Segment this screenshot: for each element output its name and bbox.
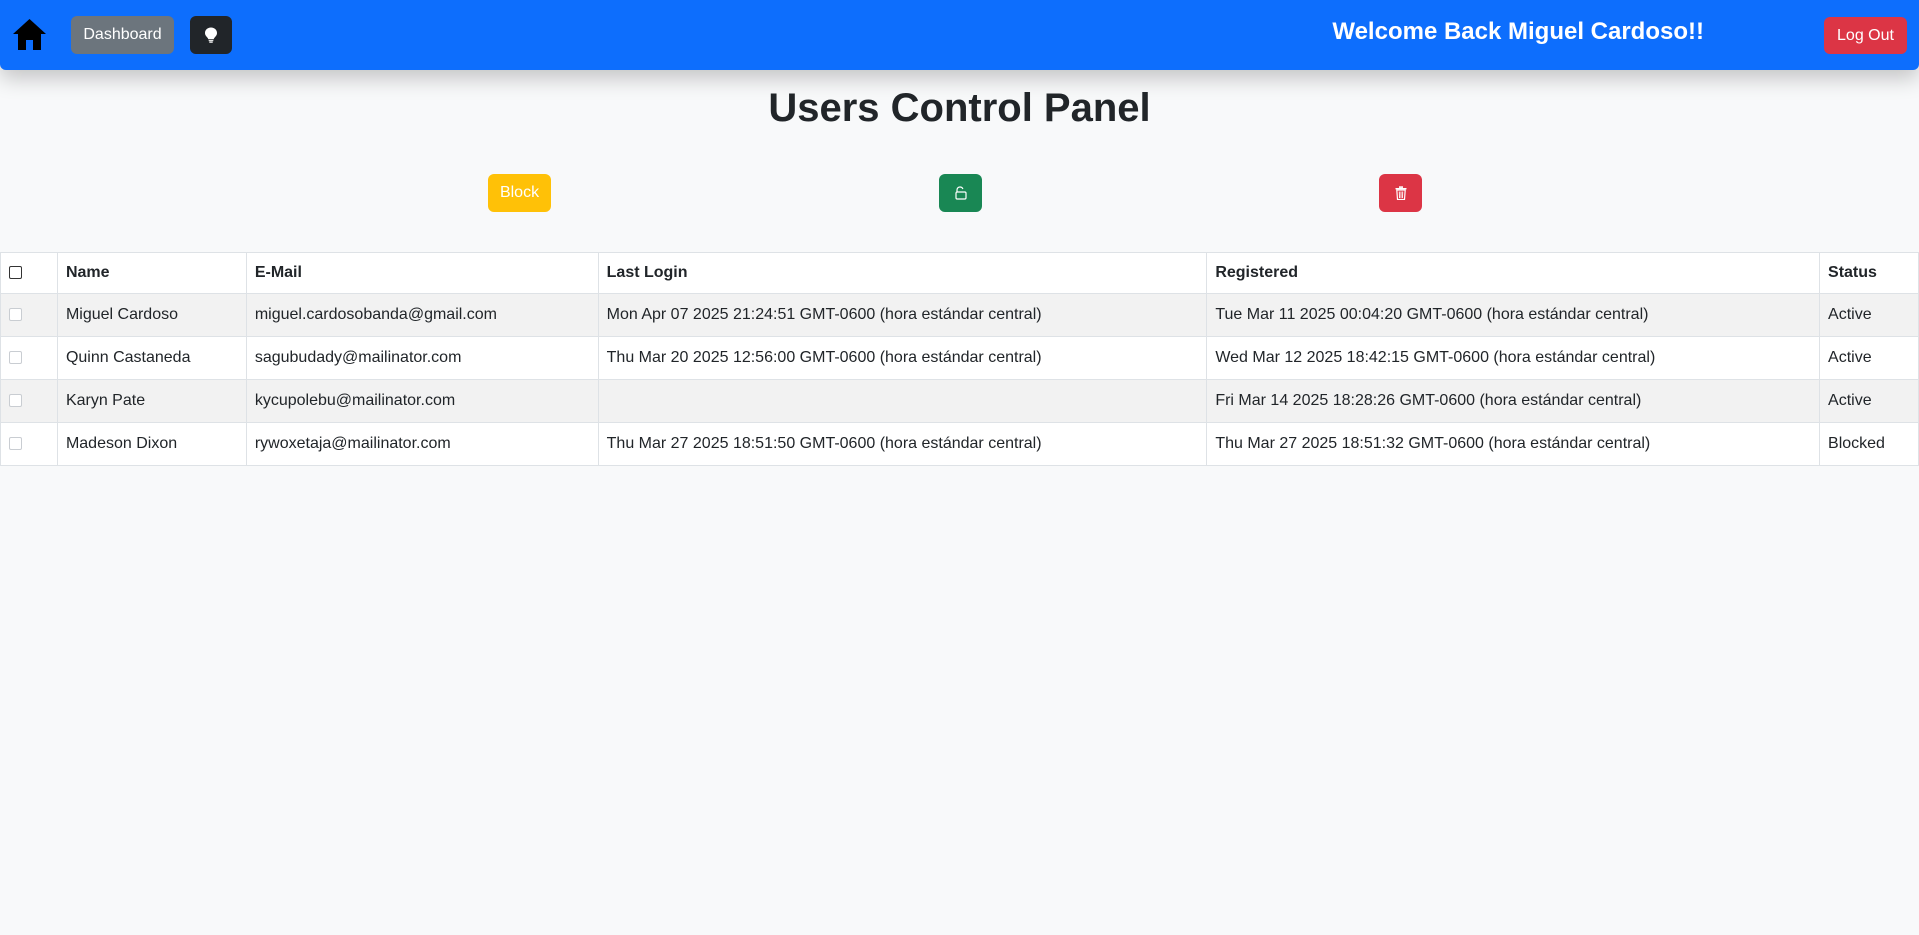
page-title: Users Control Panel xyxy=(768,86,1151,130)
name-header: Name xyxy=(56,252,247,294)
logout-button[interactable]: Log Out xyxy=(1824,17,1907,54)
user-name: Miguel Cardoso xyxy=(56,293,247,337)
user-email: miguel.cardosobanda@gmail.com xyxy=(245,293,599,337)
user-last-login: Thu Mar 27 2025 18:51:50 GMT-0600 (hora … xyxy=(597,422,1208,466)
home-icon xyxy=(13,19,46,50)
dashboard-button[interactable]: Dashboard xyxy=(71,16,174,54)
row-checkbox[interactable] xyxy=(9,437,22,451)
user-registered: Thu Mar 27 2025 18:51:32 GMT-0600 (hora … xyxy=(1206,422,1821,466)
user-last-login: Thu Mar 20 2025 12:56:00 GMT-0600 (hora … xyxy=(597,336,1208,380)
table-row: Madeson Dixon rywoxetaja@mailinator.com … xyxy=(0,422,1919,466)
registered-header: Registered xyxy=(1206,252,1821,294)
user-registered: Tue Mar 11 2025 00:04:20 GMT-0600 (hora … xyxy=(1206,293,1821,337)
table-row: Quinn Castaneda sagubudady@mailinator.co… xyxy=(0,336,1919,380)
user-status: Active xyxy=(1819,336,1919,380)
users-table: Name E-Mail Last Login Registered Status… xyxy=(0,252,1919,466)
row-select-cell xyxy=(0,293,58,337)
user-status: Active xyxy=(1819,379,1919,423)
home-link[interactable] xyxy=(11,17,48,53)
row-select-cell xyxy=(0,379,58,423)
delete-button[interactable] xyxy=(1379,174,1422,212)
user-registered: Fri Mar 14 2025 18:28:26 GMT-0600 (hora … xyxy=(1206,379,1821,423)
unlock-icon xyxy=(954,186,967,200)
table-header-row: Name E-Mail Last Login Registered Status xyxy=(0,252,1919,294)
row-select-cell xyxy=(0,422,58,466)
row-checkbox[interactable] xyxy=(9,351,22,365)
select-all-checkbox[interactable] xyxy=(9,266,22,280)
status-header: Status xyxy=(1819,252,1919,294)
block-button[interactable]: Block xyxy=(488,174,551,212)
user-name: Madeson Dixon xyxy=(56,422,247,466)
table-row: Miguel Cardoso miguel.cardosobanda@gmail… xyxy=(0,293,1919,337)
trash-icon xyxy=(1395,186,1406,200)
table-row: Karyn Pate kycupolebu@mailinator.com Fri… xyxy=(0,379,1919,423)
user-email: sagubudady@mailinator.com xyxy=(245,336,599,380)
user-status: Blocked xyxy=(1819,422,1919,466)
user-last-login: Mon Apr 07 2025 21:24:51 GMT-0600 (hora … xyxy=(597,293,1208,337)
user-name: Quinn Castaneda xyxy=(56,336,247,380)
user-registered: Wed Mar 12 2025 18:42:15 GMT-0600 (hora … xyxy=(1206,336,1821,380)
row-checkbox[interactable] xyxy=(9,308,22,322)
user-last-login xyxy=(597,379,1208,423)
email-header: E-Mail xyxy=(245,252,599,294)
row-checkbox[interactable] xyxy=(9,394,22,408)
unblock-button[interactable] xyxy=(939,174,982,212)
theme-toggle-button[interactable] xyxy=(190,16,232,54)
lightbulb-icon xyxy=(205,27,217,43)
select-all-header xyxy=(0,252,58,294)
row-select-cell xyxy=(0,336,58,380)
welcome-message: Welcome Back Miguel Cardoso!! xyxy=(1332,18,1704,45)
user-name: Karyn Pate xyxy=(56,379,247,423)
navbar: Dashboard Welcome Back Miguel Cardoso!! … xyxy=(0,0,1919,70)
user-status: Active xyxy=(1819,293,1919,337)
last-login-header: Last Login xyxy=(597,252,1208,294)
user-email: kycupolebu@mailinator.com xyxy=(245,379,599,423)
user-email: rywoxetaja@mailinator.com xyxy=(245,422,599,466)
